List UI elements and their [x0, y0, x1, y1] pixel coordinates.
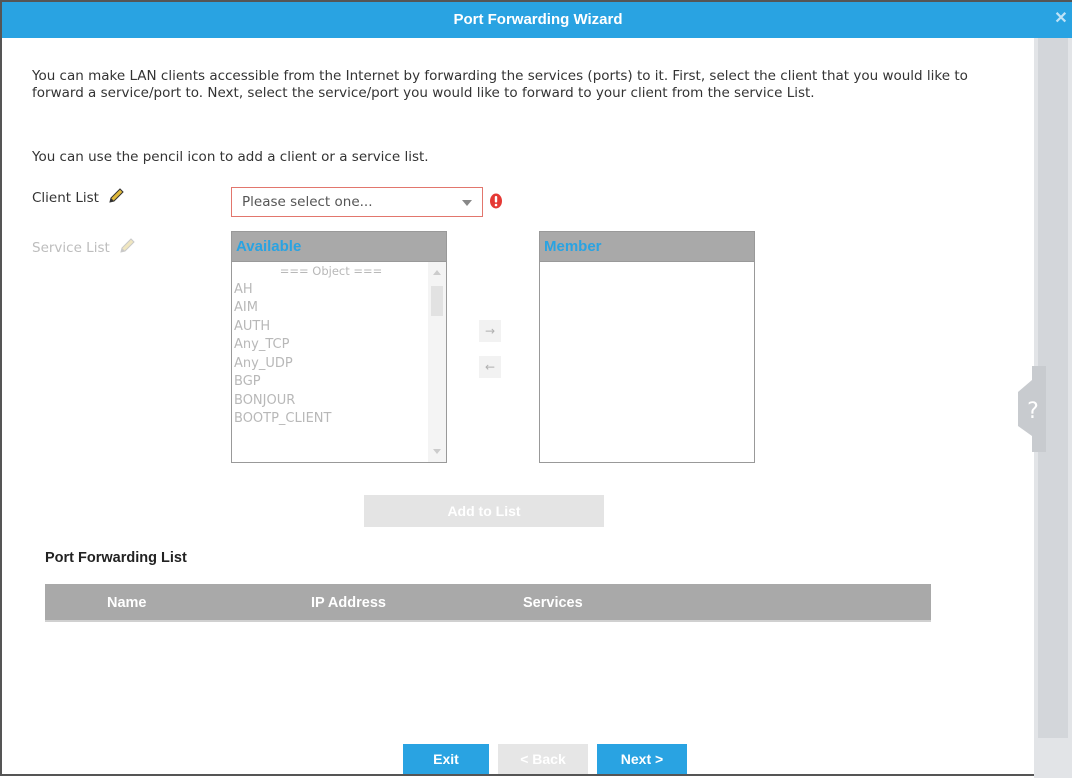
- list-item[interactable]: BONJOUR: [234, 392, 428, 411]
- port-forwarding-table-header: Name IP Address Services: [45, 584, 931, 622]
- chevron-down-icon[interactable]: [462, 200, 472, 206]
- arrow-left-icon[interactable]: ←: [479, 356, 501, 378]
- client-list-label: Client List: [32, 190, 99, 206]
- window-titlebar: Port Forwarding Wizard ✕: [2, 2, 1072, 38]
- column-header-services[interactable]: Services: [523, 584, 583, 622]
- exclamation-icon: [489, 193, 503, 209]
- list-item[interactable]: Any_UDP: [234, 355, 428, 374]
- svg-text:?: ?: [1027, 399, 1039, 424]
- question-icon[interactable]: ?: [1016, 366, 1046, 452]
- list-item: === Object ===: [279, 264, 383, 278]
- list-item[interactable]: AUTH: [234, 318, 428, 337]
- available-scrollbar[interactable]: [428, 262, 446, 462]
- intro-paragraph: You can make LAN clients accessible from…: [32, 68, 968, 101]
- service-list-label: Service List: [32, 240, 110, 256]
- port-forwarding-list-title: Port Forwarding List: [45, 550, 187, 566]
- available-services-list[interactable]: Available === Object === AH AIM AUTH Any…: [231, 231, 447, 463]
- wizard-window: Port Forwarding Wizard ✕ ? You can make …: [0, 0, 1072, 778]
- close-icon[interactable]: ✕: [1052, 10, 1070, 28]
- scroll-down-icon[interactable]: [433, 449, 441, 454]
- list-item[interactable]: AH: [234, 281, 428, 300]
- list-item[interactable]: BOOTP_CLIENT: [234, 410, 428, 429]
- add-to-list-button[interactable]: Add to List: [364, 495, 604, 527]
- help-tab[interactable]: ?: [1016, 366, 1046, 452]
- available-header: Available: [232, 232, 446, 262]
- arrow-right-icon[interactable]: →: [479, 320, 501, 342]
- column-header-name[interactable]: Name: [107, 584, 147, 622]
- member-services-list[interactable]: Member: [539, 231, 755, 463]
- member-header: Member: [540, 232, 754, 262]
- available-options[interactable]: === Object === AH AIM AUTH Any_TCP Any_U…: [232, 262, 428, 462]
- client-list-label-row: Client List: [32, 187, 125, 209]
- next-button[interactable]: Next >: [597, 744, 687, 774]
- pencil-hint: You can use the pencil icon to add a cli…: [32, 149, 429, 165]
- pencil-icon: [118, 237, 136, 259]
- exit-button[interactable]: Exit: [403, 744, 489, 774]
- list-item[interactable]: BGP: [234, 373, 428, 392]
- back-button: < Back: [498, 744, 588, 774]
- scroll-up-icon[interactable]: [433, 270, 441, 275]
- service-list-label-row: Service List: [32, 237, 136, 259]
- column-header-ip-address[interactable]: IP Address: [311, 584, 386, 622]
- list-item[interactable]: Any_TCP: [234, 336, 428, 355]
- list-item[interactable]: AIM: [234, 299, 428, 318]
- pencil-icon[interactable]: [107, 187, 125, 209]
- client-list-select[interactable]: Please select one...: [231, 187, 483, 217]
- scrollbar-thumb[interactable]: [431, 286, 443, 316]
- window-title: Port Forwarding Wizard: [453, 11, 623, 28]
- client-list-select-value: Please select one...: [242, 194, 373, 210]
